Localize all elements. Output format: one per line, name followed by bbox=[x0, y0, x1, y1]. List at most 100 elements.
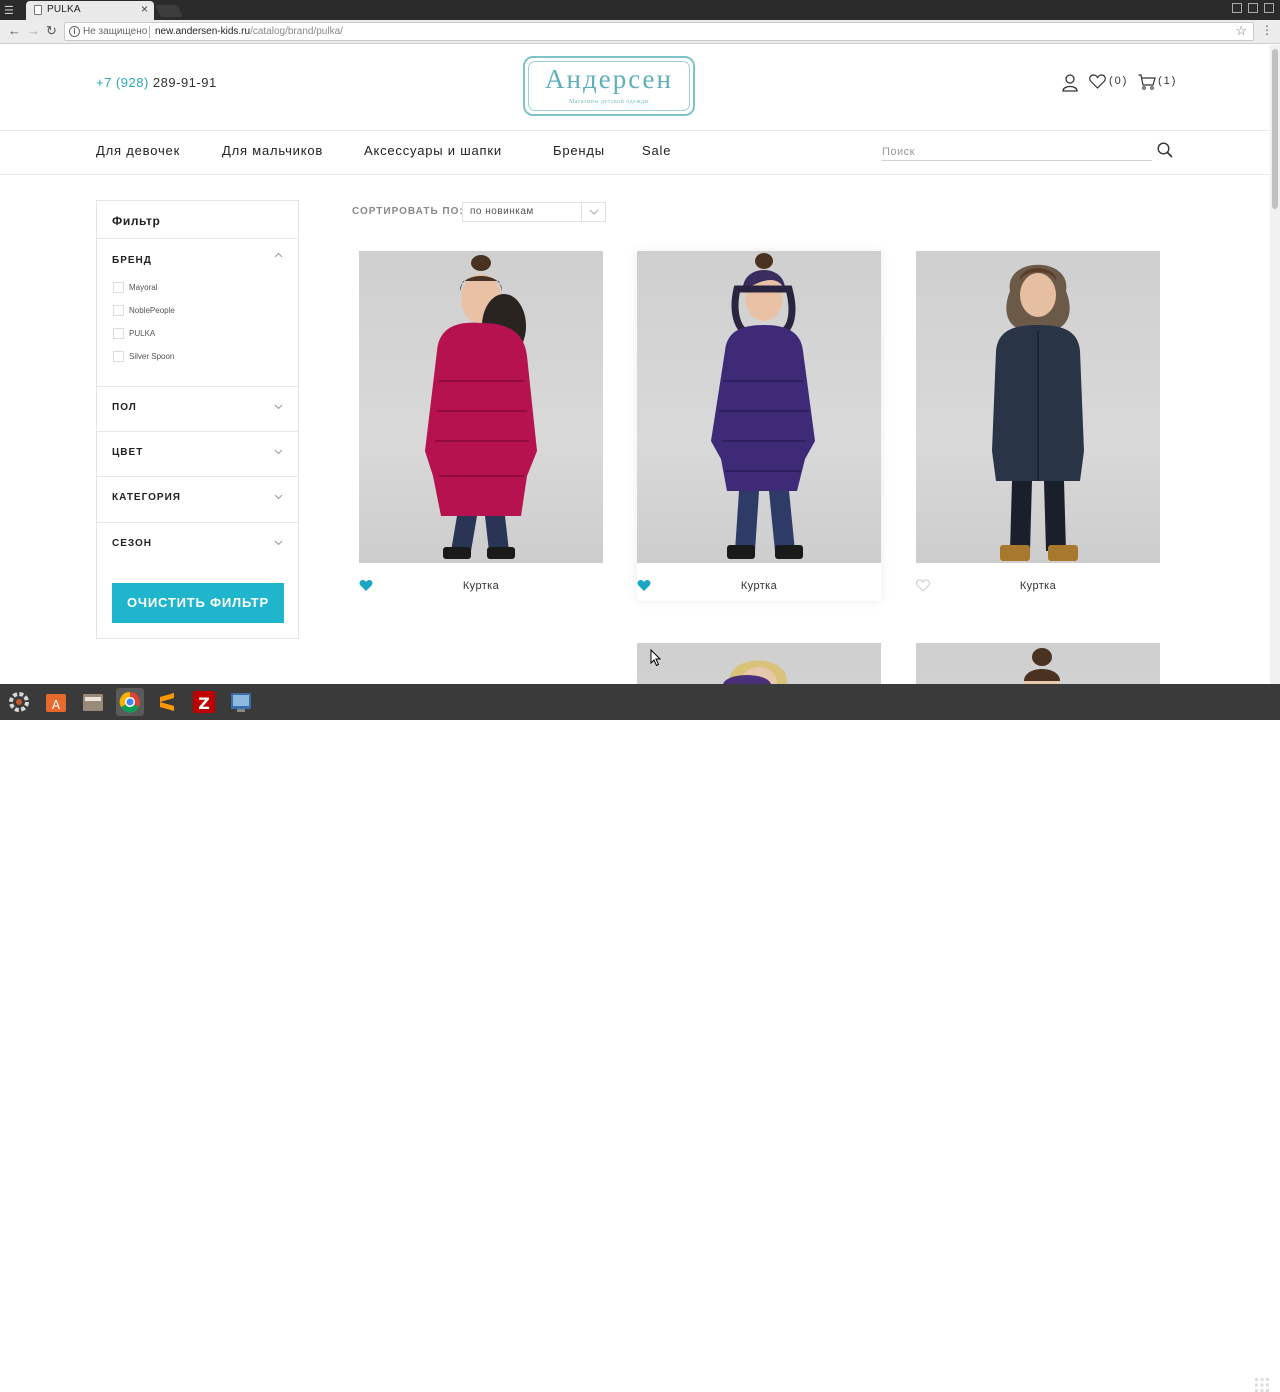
minimize-icon[interactable] bbox=[1232, 3, 1242, 13]
product-photo[interactable] bbox=[637, 251, 881, 563]
chevron-up-icon[interactable] bbox=[274, 251, 283, 260]
sort-select[interactable]: по новинкам bbox=[462, 202, 606, 222]
back-icon[interactable]: ← bbox=[8, 23, 21, 38]
phone-main: 289-91-91 bbox=[152, 75, 217, 90]
filter-section-category[interactable]: КАТЕГОРИЯ bbox=[112, 492, 181, 503]
chevron-down-icon[interactable] bbox=[274, 538, 283, 547]
product-card[interactable]: Куртка bbox=[359, 251, 603, 596]
mouse-cursor-icon bbox=[650, 649, 662, 667]
url-text: new.andersen-kids.ru/catalog/brand/pulka… bbox=[155, 26, 343, 37]
product-name[interactable]: Куртка bbox=[359, 580, 603, 592]
filter-section-brand[interactable]: БРЕНД bbox=[112, 255, 152, 266]
search-icon[interactable] bbox=[1157, 142, 1173, 158]
filter-section-season[interactable]: СЕЗОН bbox=[112, 538, 152, 549]
chevron-down-icon[interactable] bbox=[274, 402, 283, 411]
filter-panel: Фильтр БРЕНД Mayoral NoblePeople PULKA S… bbox=[96, 200, 299, 639]
brand-checkbox-noblepeople[interactable] bbox=[113, 305, 124, 316]
system-menu-icon[interactable]: ☰ bbox=[4, 4, 16, 17]
nav-divider bbox=[0, 174, 1270, 175]
software-center-icon[interactable]: A bbox=[42, 688, 70, 716]
app-grid-icon[interactable] bbox=[1255, 1378, 1269, 1392]
brand-label-pulka[interactable]: PULKA bbox=[129, 329, 155, 338]
close-tab-icon[interactable]: × bbox=[141, 2, 148, 16]
url-host: new.andersen-kids.ru bbox=[155, 26, 251, 37]
clear-filter-button[interactable]: ОЧИСТИТЬ ФИЛЬТР bbox=[112, 583, 284, 623]
divider bbox=[97, 431, 298, 432]
header-divider bbox=[0, 130, 1270, 131]
tab-title: PULKA bbox=[47, 4, 81, 15]
screenshot-tool-icon[interactable] bbox=[227, 688, 255, 716]
sort-dropdown-toggle[interactable] bbox=[581, 203, 605, 221]
restore-icon[interactable] bbox=[1248, 3, 1258, 13]
sort-label: СОРТИРОВАТЬ ПО: bbox=[352, 206, 464, 217]
chrome-menu-icon[interactable]: ⋮ bbox=[1261, 23, 1273, 37]
address-bar-row: ← → ↻ i Не защищено new.andersen-kids.ru… bbox=[0, 20, 1280, 44]
svg-text:Z: Z bbox=[198, 694, 210, 713]
page-scrollbar[interactable] bbox=[1270, 45, 1280, 684]
nav-item-boys[interactable]: Для мальчиков bbox=[222, 143, 323, 158]
product-card[interactable] bbox=[637, 643, 881, 684]
brand-checkbox-mayoral[interactable] bbox=[113, 282, 124, 293]
product-photo[interactable] bbox=[916, 643, 1160, 684]
divider bbox=[97, 476, 298, 477]
filezilla-icon[interactable]: Z bbox=[190, 688, 218, 716]
chrome-icon[interactable] bbox=[116, 688, 144, 716]
info-icon[interactable]: i bbox=[69, 26, 80, 37]
product-card[interactable] bbox=[916, 643, 1160, 684]
phone-number[interactable]: +7 (928) 289-91-91 bbox=[96, 75, 217, 90]
reload-icon[interactable]: ↻ bbox=[46, 23, 57, 39]
svg-text:A: A bbox=[52, 698, 61, 712]
browser-tab[interactable]: PULKA × bbox=[26, 1, 154, 20]
chevron-down-icon bbox=[589, 209, 599, 215]
bookmark-star-icon[interactable]: ☆ bbox=[1235, 23, 1247, 39]
brand-label-silver-spoon[interactable]: Silver Spoon bbox=[129, 352, 174, 361]
search-input[interactable]: Поиск bbox=[882, 144, 1152, 161]
user-icon[interactable] bbox=[1062, 74, 1078, 92]
chevron-down-icon[interactable] bbox=[274, 492, 283, 501]
divider bbox=[149, 26, 150, 38]
brand-label-mayoral[interactable]: Mayoral bbox=[129, 283, 157, 292]
filter-title: Фильтр bbox=[112, 214, 161, 228]
page-viewport: +7 (928) 289-91-91 Андерсен Магазины дет… bbox=[0, 45, 1270, 684]
filter-section-gender[interactable]: ПОЛ bbox=[112, 402, 137, 413]
filter-section-color[interactable]: ЦВЕТ bbox=[112, 447, 143, 458]
os-taskbar: A Z bbox=[0, 684, 1280, 1392]
product-name[interactable]: Куртка bbox=[637, 580, 881, 592]
product-name[interactable]: Куртка bbox=[916, 580, 1160, 592]
phone-code: +7 (928) bbox=[96, 75, 149, 90]
wishlist-count: (0) bbox=[1109, 75, 1129, 87]
divider bbox=[97, 238, 298, 239]
new-tab-button[interactable] bbox=[155, 5, 183, 17]
product-photo[interactable] bbox=[637, 643, 881, 684]
site-logo[interactable]: Андерсен Магазины детской одежды bbox=[523, 56, 695, 116]
product-card[interactable]: Куртка bbox=[637, 251, 881, 601]
child-image bbox=[723, 660, 788, 684]
chevron-down-icon[interactable] bbox=[274, 447, 283, 456]
close-window-icon[interactable] bbox=[1264, 3, 1274, 13]
brand-checkbox-silver-spoon[interactable] bbox=[113, 351, 124, 362]
system-settings-icon[interactable] bbox=[5, 688, 33, 716]
child-in-jacket-image bbox=[711, 253, 815, 559]
child-image bbox=[1024, 648, 1060, 684]
nav-item-accessories[interactable]: Аксессуары и шапки bbox=[364, 143, 502, 158]
url-input[interactable]: i Не защищено new.andersen-kids.ru/catal… bbox=[64, 22, 1254, 41]
child-in-jacket-image bbox=[425, 255, 537, 559]
nav-item-brands[interactable]: Бренды bbox=[553, 143, 605, 158]
divider bbox=[97, 522, 298, 523]
cart-count: (1) bbox=[1158, 75, 1178, 87]
brand-checkbox-pulka[interactable] bbox=[113, 328, 124, 339]
security-status: Не защищено bbox=[83, 26, 148, 37]
brand-label-noblepeople[interactable]: NoblePeople bbox=[129, 306, 175, 315]
heart-icon bbox=[1089, 74, 1106, 89]
file-manager-icon[interactable] bbox=[79, 688, 107, 716]
product-photo[interactable] bbox=[916, 251, 1160, 563]
product-photo[interactable] bbox=[359, 251, 603, 563]
page-icon bbox=[34, 5, 42, 15]
scrollbar-thumb[interactable] bbox=[1272, 49, 1278, 209]
search-placeholder: Поиск bbox=[882, 146, 915, 158]
sublime-text-icon[interactable] bbox=[153, 688, 181, 716]
nav-item-sale[interactable]: Sale bbox=[642, 143, 671, 158]
product-card[interactable]: Куртка bbox=[916, 251, 1160, 596]
forward-icon[interactable]: → bbox=[27, 23, 40, 38]
nav-item-girls[interactable]: Для девочек bbox=[96, 143, 180, 158]
